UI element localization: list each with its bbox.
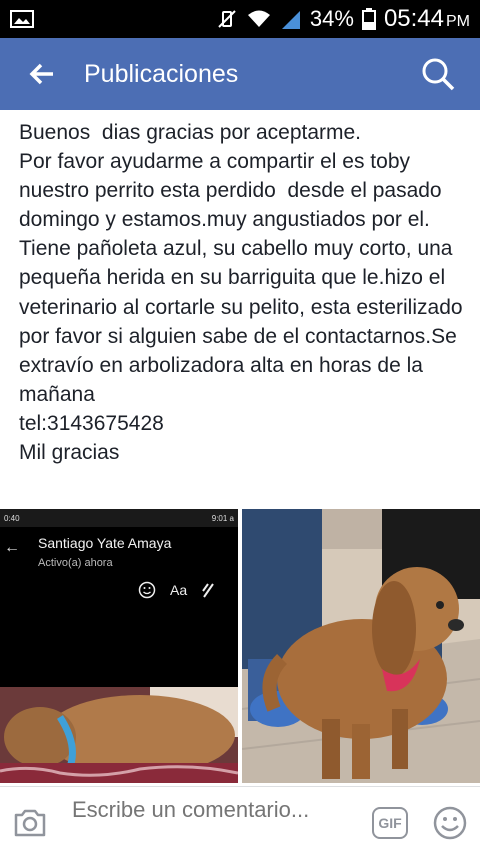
search-button[interactable] xyxy=(396,38,480,110)
screenshot-contact-name: Santiago Yate Amaya xyxy=(38,535,172,551)
screenshot-status-left: 0:40 xyxy=(4,513,20,523)
screenshot-status-bar: 0:40 9:01 a xyxy=(0,509,238,527)
screenshot-wave-icon xyxy=(202,583,214,598)
emoji-icon xyxy=(433,806,467,840)
clock-ampm: PM xyxy=(446,13,470,30)
back-button[interactable] xyxy=(0,38,84,110)
post-photo-dog-standing[interactable] xyxy=(242,509,480,783)
page-title: Publicaciones xyxy=(84,59,239,88)
clock: 05:44 PM xyxy=(384,5,470,33)
signal-icon xyxy=(281,11,300,29)
screenshot-toolbar: Aa xyxy=(138,581,215,599)
comment-input[interactable] xyxy=(72,797,342,854)
clock-time: 05:44 xyxy=(383,5,444,32)
battery-icon xyxy=(361,8,376,30)
screenshot-emoji-icon xyxy=(138,581,156,599)
post-photo-chat-screenshot[interactable]: 0:40 9:01 a ← Santiago Yate Amaya Activo… xyxy=(0,509,238,783)
emoji-button[interactable] xyxy=(432,805,468,841)
wifi-icon xyxy=(247,10,270,27)
screenshot-chat-header: ← Santiago Yate Amaya Activo(a) ahora xyxy=(0,527,238,587)
dog-lying-photo-illustration xyxy=(0,687,238,783)
dog-standing-photo-illustration xyxy=(242,509,480,783)
battery-percent: 34% xyxy=(309,6,354,31)
camera-icon xyxy=(14,809,46,837)
vibrate-mute-icon xyxy=(218,10,236,28)
status-bar: 34% 05:44 PM xyxy=(0,0,480,38)
screenshot-status-time: 9:01 a xyxy=(211,513,234,523)
search-icon xyxy=(422,58,455,91)
app-bar: Publicaciones xyxy=(0,38,480,110)
screenshot-contact-status: Activo(a) ahora xyxy=(38,557,113,569)
gallery-notification-icon xyxy=(10,10,34,28)
gif-button[interactable]: GIF xyxy=(372,807,408,839)
screenshot-text-size-label: Aa xyxy=(170,582,188,598)
post-body-text: Buenos dias gracias por aceptarme. Por f… xyxy=(19,121,463,465)
screenshot-back-arrow-icon: ← xyxy=(4,539,20,556)
arrow-left-icon xyxy=(29,63,53,85)
comment-bar: GIF xyxy=(0,786,480,854)
camera-button[interactable] xyxy=(10,803,50,843)
